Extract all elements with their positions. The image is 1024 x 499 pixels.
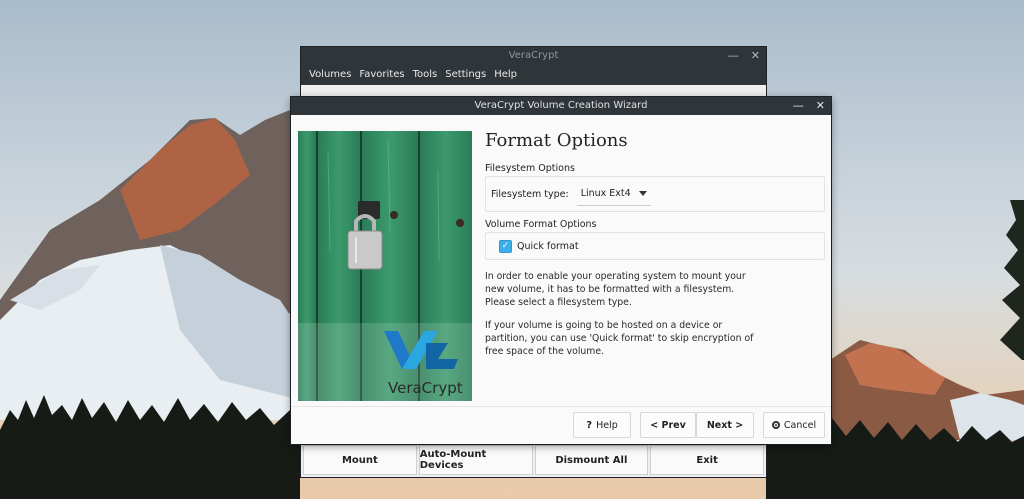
wizard-content: Format Options Filesystem Options Filesy…	[485, 125, 825, 358]
close-icon[interactable]: ✕	[816, 97, 825, 115]
auto-mount-devices-button[interactable]: Auto-Mount Devices	[418, 445, 533, 475]
cancel-button[interactable]: Cancel	[763, 412, 825, 438]
help-icon: ?	[586, 419, 593, 431]
info-paragraph-1: In order to enable your operating system…	[485, 271, 746, 308]
filesystem-options-label: Filesystem Options	[485, 163, 575, 174]
menu-volumes[interactable]: Volumes	[305, 65, 355, 85]
wizard-title: VeraCrypt Volume Creation Wizard	[474, 100, 648, 111]
filesystem-type-label: Filesystem type:	[491, 188, 569, 200]
next-button[interactable]: Next >	[696, 412, 754, 438]
info-paragraph-2: If your volume is going to be hosted on …	[485, 320, 754, 357]
cancel-button-label: Cancel	[783, 419, 817, 431]
help-button-label: Help	[596, 419, 618, 431]
exit-button[interactable]: Exit	[650, 445, 764, 475]
minimize-icon[interactable]: —	[793, 97, 804, 115]
volume-creation-wizard-dialog: VeraCrypt Volume Creation Wizard — ✕ Ver…	[291, 97, 831, 444]
filesystem-options-group: Filesystem type: Linux Ext4	[485, 176, 825, 212]
main-window-title: VeraCrypt	[508, 50, 559, 61]
page-title: Format Options	[485, 130, 628, 151]
prev-button[interactable]: < Prev	[640, 412, 696, 438]
prev-button-label: < Prev	[650, 419, 686, 431]
menu-favorites[interactable]: Favorites	[355, 65, 408, 85]
button-separator	[291, 406, 831, 407]
close-icon[interactable]: ✕	[751, 47, 760, 65]
menu-settings[interactable]: Settings	[441, 65, 490, 85]
checkmark-icon: ✓	[501, 240, 510, 251]
help-button[interactable]: ? Help	[573, 412, 631, 438]
svg-text:VeraCrypt: VeraCrypt	[388, 379, 463, 397]
dismount-all-button[interactable]: Dismount All	[534, 445, 649, 475]
cancel-icon	[771, 421, 780, 429]
quick-format-checkbox[interactable]: ✓	[499, 239, 512, 253]
quick-format-label[interactable]: Quick format	[517, 241, 579, 252]
filesystem-type-select[interactable]: Linux Ext4	[576, 183, 651, 206]
menu-help[interactable]: Help	[490, 65, 521, 85]
mount-button[interactable]: Mount	[303, 445, 417, 475]
menubar: Volumes Favorites Tools Settings Help	[301, 65, 766, 85]
main-titlebar: VeraCrypt — ✕	[301, 47, 766, 65]
menu-tools[interactable]: Tools	[409, 65, 442, 85]
main-button-row: Mount Auto-Mount Devices Dismount All Ex…	[303, 445, 764, 475]
filesystem-type-value: Linux Ext4	[580, 188, 631, 199]
wizard-banner-image: VeraCrypt	[298, 131, 472, 401]
minimize-icon[interactable]: —	[728, 47, 739, 65]
chevron-down-icon	[638, 191, 647, 196]
wizard-titlebar: VeraCrypt Volume Creation Wizard — ✕	[291, 97, 831, 115]
next-button-label: Next >	[706, 419, 744, 431]
volume-format-options-group: ✓ Quick format	[485, 232, 825, 260]
volume-format-options-label: Volume Format Options	[485, 219, 597, 230]
